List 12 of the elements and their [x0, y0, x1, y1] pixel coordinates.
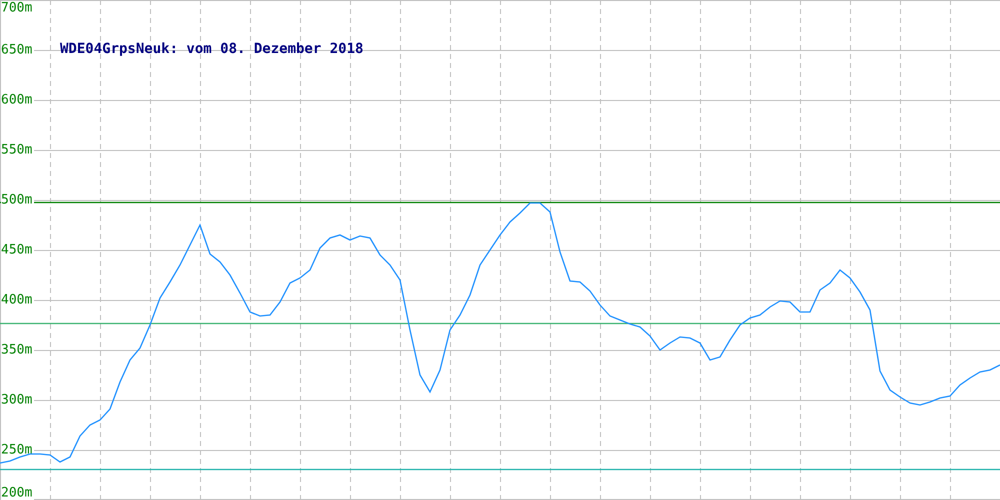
axis-label: 350m — [1, 342, 32, 358]
chart-title: WDE04GrpsNeuk: vom 08. Dezember 2018 — [60, 41, 364, 57]
axis-label: 500m — [1, 192, 32, 208]
axis-label: 250m — [1, 442, 32, 458]
axis-label: 700m — [1, 0, 32, 16]
axis-label: 200m — [1, 486, 32, 500]
axis-label: 400m — [1, 292, 32, 308]
axis-label: 450m — [1, 242, 32, 258]
axis-label: 600m — [1, 92, 32, 108]
axis-label: 300m — [1, 392, 32, 408]
axis-label: 650m — [1, 42, 32, 58]
axis-label: 550m — [1, 142, 32, 158]
